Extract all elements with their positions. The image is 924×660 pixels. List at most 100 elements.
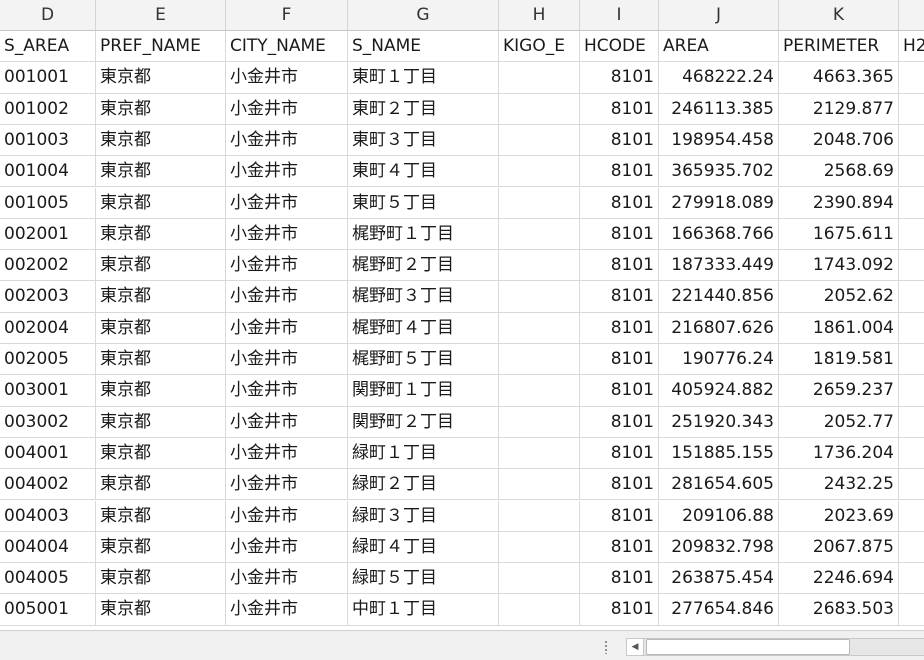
table-cell[interactable]: 8101 xyxy=(580,563,659,595)
table-cell[interactable]: 小金井市 xyxy=(226,531,348,564)
table-cell[interactable]: 8101 xyxy=(580,344,659,376)
table-cell[interactable]: 東町５丁目 xyxy=(348,187,499,219)
table-cell[interactable]: 小金井市 xyxy=(226,500,348,532)
table-cell[interactable]: 209106.88 xyxy=(659,500,779,532)
table-cell[interactable]: 001002 xyxy=(0,93,96,125)
column-letter-k[interactable]: K xyxy=(779,0,899,31)
table-cell[interactable]: 東京都 xyxy=(96,62,226,94)
table-cell[interactable]: 187333.449 xyxy=(659,250,779,282)
table-cell[interactable]: 2568.69 xyxy=(779,156,899,188)
table-cell[interactable]: 2067.875 xyxy=(779,531,899,564)
table-cell[interactable]: 8101 xyxy=(580,531,659,564)
table-cell[interactable]: 東京都 xyxy=(96,500,226,532)
table-cell[interactable] xyxy=(899,313,924,344)
table-cell[interactable]: 東町１丁目 xyxy=(348,62,499,94)
table-cell[interactable] xyxy=(499,312,580,344)
table-cell[interactable]: 281654.605 xyxy=(659,469,779,501)
table-cell[interactable] xyxy=(899,438,924,470)
table-cell[interactable]: 2052.62 xyxy=(779,281,899,313)
table-cell[interactable]: 405924.882 xyxy=(659,375,779,407)
table-cell[interactable] xyxy=(499,531,580,564)
table-cell[interactable] xyxy=(499,406,580,438)
table-cell[interactable]: 梶野町１丁目 xyxy=(348,218,499,251)
table-cell[interactable] xyxy=(499,93,580,125)
table-cell[interactable] xyxy=(899,188,924,219)
table-cell[interactable]: 8101 xyxy=(580,469,659,501)
table-cell[interactable]: 緑町３丁目 xyxy=(348,500,499,532)
table-cell[interactable]: 8101 xyxy=(580,187,659,219)
table-cell[interactable]: 2432.25 xyxy=(779,469,899,501)
table-cell[interactable] xyxy=(899,501,924,532)
column-letter-h[interactable]: H xyxy=(499,0,580,31)
table-cell[interactable]: 209832.798 xyxy=(659,531,779,564)
table-cell[interactable]: 004001 xyxy=(0,437,96,470)
table-cell[interactable]: 251920.343 xyxy=(659,406,779,438)
table-cell[interactable] xyxy=(499,62,580,94)
table-cell[interactable] xyxy=(899,281,924,313)
table-cell[interactable]: 001003 xyxy=(0,124,96,157)
column-letter-d[interactable]: D xyxy=(0,0,96,31)
table-cell[interactable]: 小金井市 xyxy=(226,218,348,251)
table-cell[interactable]: 梶野町３丁目 xyxy=(348,281,499,313)
table-cell[interactable]: 東京都 xyxy=(96,156,226,188)
table-cell[interactable]: 2052.77 xyxy=(779,406,899,438)
table-cell[interactable] xyxy=(899,125,924,157)
table-cell[interactable] xyxy=(899,563,924,595)
table-cell[interactable]: 002001 xyxy=(0,218,96,251)
table-cell[interactable]: 小金井市 xyxy=(226,62,348,94)
table-cell[interactable]: 1819.581 xyxy=(779,344,899,376)
table-cell[interactable]: 277654.846 xyxy=(659,594,779,626)
field-header-cell[interactable]: S_AREA xyxy=(0,31,96,63)
table-cell[interactable]: 8101 xyxy=(580,500,659,532)
column-letter-next[interactable] xyxy=(899,0,924,31)
field-header-cell[interactable]: HCODE xyxy=(580,31,659,63)
table-cell[interactable]: 8101 xyxy=(580,406,659,438)
table-cell[interactable] xyxy=(899,156,924,188)
table-cell[interactable] xyxy=(899,62,924,94)
column-letter-g[interactable]: G xyxy=(348,0,499,31)
table-cell[interactable] xyxy=(499,281,580,313)
table-cell[interactable]: 東京都 xyxy=(96,406,226,438)
table-cell[interactable]: 2390.894 xyxy=(779,187,899,219)
table-cell[interactable]: 1861.004 xyxy=(779,312,899,344)
table-cell[interactable]: 東京都 xyxy=(96,375,226,407)
column-letter-j[interactable]: J xyxy=(659,0,779,31)
table-cell[interactable]: 263875.454 xyxy=(659,563,779,595)
table-cell[interactable]: 小金井市 xyxy=(226,437,348,470)
table-cell[interactable]: 梶野町４丁目 xyxy=(348,312,499,344)
sheet-tab-splitter-icon[interactable] xyxy=(604,640,608,654)
table-cell[interactable]: 1736.204 xyxy=(779,437,899,470)
table-cell[interactable]: 004004 xyxy=(0,531,96,564)
table-cell[interactable] xyxy=(899,219,924,251)
table-cell[interactable]: 東町４丁目 xyxy=(348,156,499,188)
table-cell[interactable]: 緑町２丁目 xyxy=(348,469,499,501)
table-cell[interactable]: 216807.626 xyxy=(659,312,779,344)
table-cell[interactable]: 4663.365 xyxy=(779,62,899,94)
table-cell[interactable]: 1743.092 xyxy=(779,250,899,282)
table-cell[interactable]: 8101 xyxy=(580,62,659,94)
table-cell[interactable]: 小金井市 xyxy=(226,93,348,125)
table-cell[interactable]: 小金井市 xyxy=(226,156,348,188)
column-letter-e[interactable]: E xyxy=(96,0,226,31)
field-header-cell[interactable]: PREF_NAME xyxy=(96,31,226,63)
table-cell[interactable]: 梶野町２丁目 xyxy=(348,250,499,282)
table-cell[interactable]: 1675.611 xyxy=(779,218,899,251)
column-letter-f[interactable]: F xyxy=(226,0,348,31)
table-cell[interactable]: 東京都 xyxy=(96,187,226,219)
table-cell[interactable]: 198954.458 xyxy=(659,124,779,157)
table-cell[interactable]: 2048.706 xyxy=(779,124,899,157)
table-cell[interactable]: 190776.24 xyxy=(659,344,779,376)
table-cell[interactable]: 小金井市 xyxy=(226,344,348,376)
table-cell[interactable]: 東京都 xyxy=(96,93,226,125)
table-cell[interactable] xyxy=(499,469,580,501)
field-header-cell[interactable]: S_NAME xyxy=(348,31,499,63)
horizontal-scroll-thumb[interactable] xyxy=(646,639,850,655)
table-cell[interactable]: 001004 xyxy=(0,156,96,188)
table-cell[interactable]: 8101 xyxy=(580,218,659,251)
table-cell[interactable]: 東京都 xyxy=(96,312,226,344)
table-cell[interactable]: 小金井市 xyxy=(226,469,348,501)
table-cell[interactable]: 004002 xyxy=(0,469,96,501)
table-cell[interactable]: 005001 xyxy=(0,594,96,626)
table-cell[interactable]: 002003 xyxy=(0,281,96,313)
table-cell[interactable]: 小金井市 xyxy=(226,312,348,344)
